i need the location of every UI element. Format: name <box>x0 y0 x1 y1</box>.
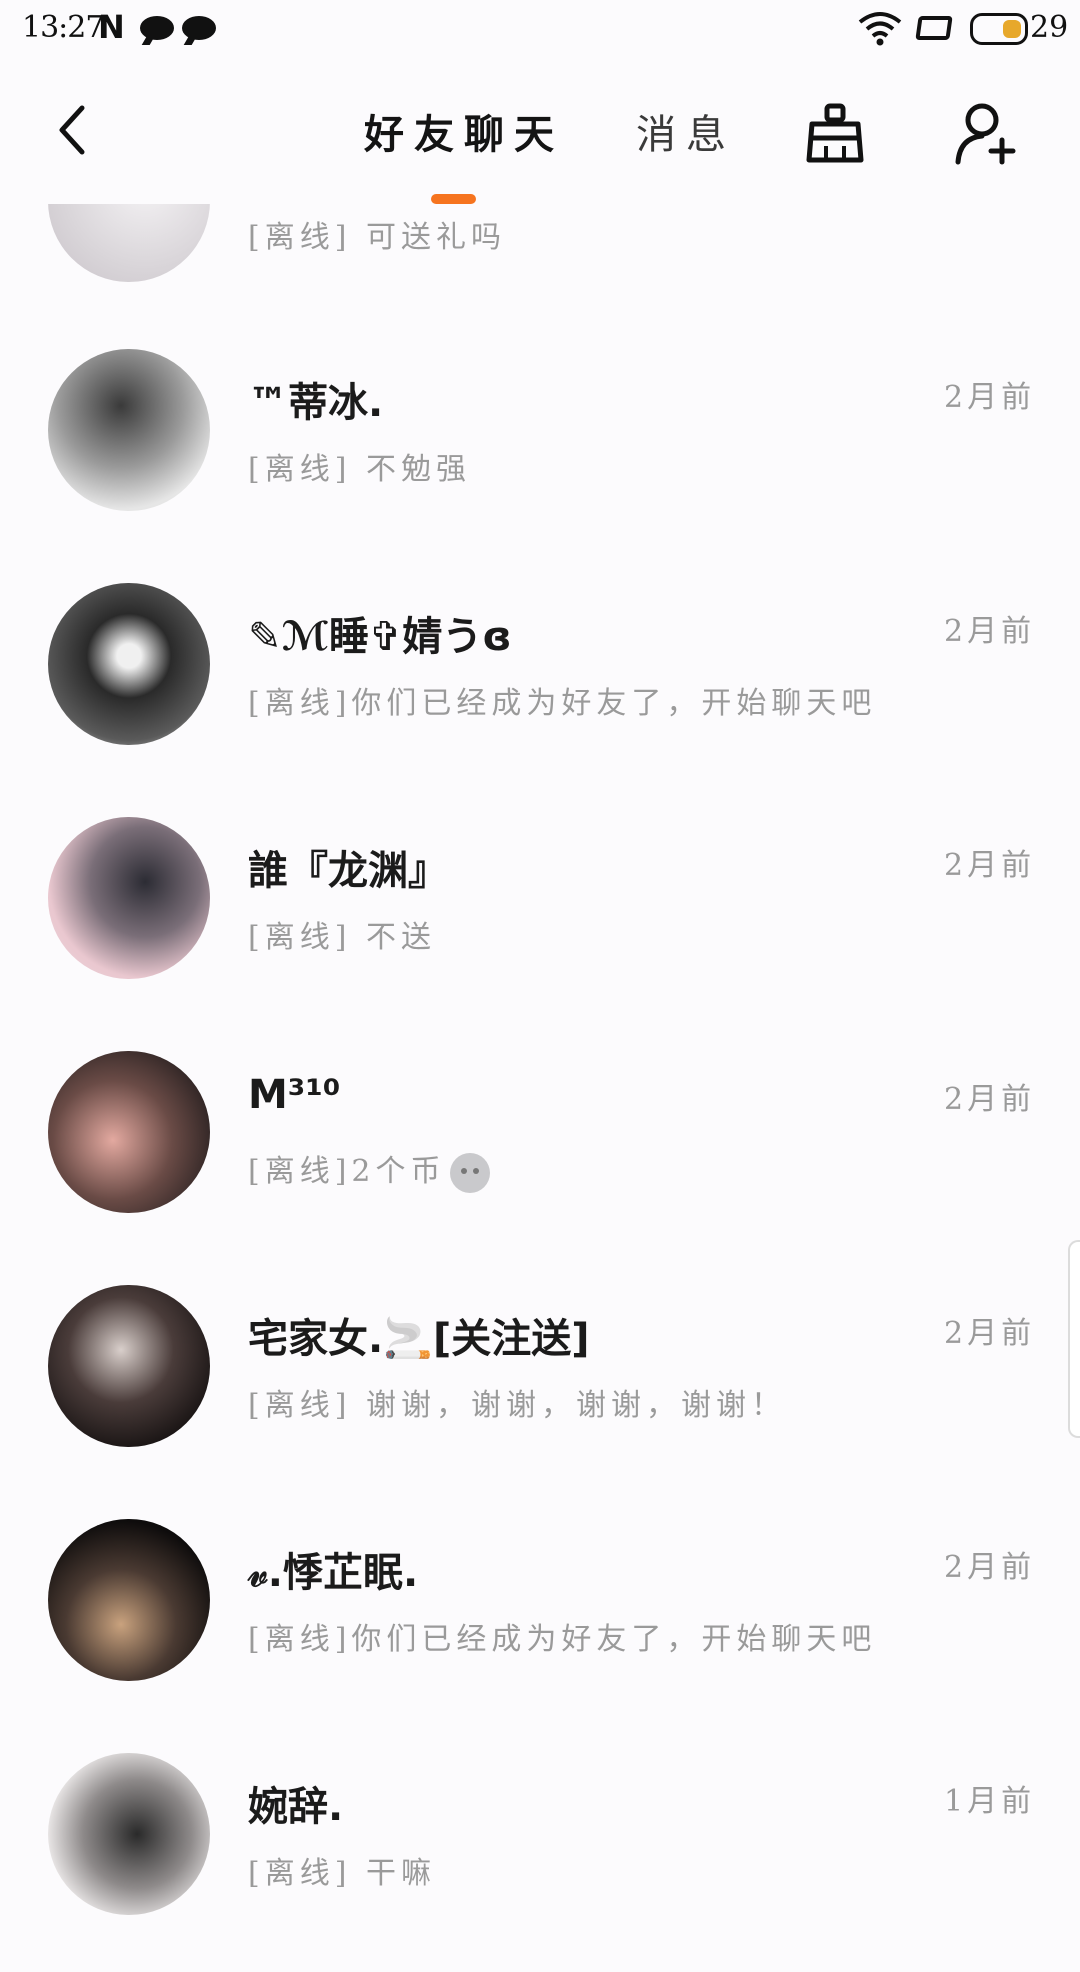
message-time: 2月前 <box>944 1550 1036 1585</box>
message-time: 2月前 <box>944 1082 1036 1117</box>
header: 好友聊天 消息 <box>0 62 1080 204</box>
last-message-text: [离线]2个币 <box>248 1154 446 1189</box>
contact-name: M³¹⁰ <box>248 1072 341 1118</box>
clear-broom-icon[interactable] <box>804 102 866 164</box>
conversation-row[interactable]: 誰『龙渊』 [离线] 不送 2月前 <box>0 802 1080 1036</box>
message-time: 2月前 <box>944 380 1036 415</box>
scroll-indicator[interactable] <box>1068 1240 1080 1438</box>
avatar <box>48 583 210 745</box>
contact-name: ✎ℳ睡✞婧うɞ <box>248 614 512 660</box>
conversation-row[interactable]: M³¹⁰ [离线]2个币 2月前 <box>0 1036 1080 1270</box>
tab-messages[interactable]: 消息 <box>636 102 736 160</box>
contact-name: 宅家女.🚬[关注送] <box>248 1316 590 1362</box>
conversation-list[interactable]: [离线] 可送礼吗 ™蒂冰. [离线] 不勉强 2月前 ✎ℳ睡✞婧うɞ [离线]… <box>0 0 1080 1920</box>
message-time: 2月前 <box>944 1316 1036 1351</box>
contact-name: 婉辞. <box>248 1784 344 1830</box>
avatar <box>48 349 210 511</box>
conversation-row[interactable]: 婉辞. [离线] 干嘛 1月前 <box>0 1738 1080 1972</box>
conversation-row[interactable]: 宅家女.🚬[关注送] [离线] 谢谢，谢谢，谢谢，谢谢！ 2月前 <box>0 1270 1080 1504</box>
conversation-row[interactable]: ✎ℳ睡✞婧うɞ [离线]你们已经成为好友了，开始聊天吧 2月前 <box>0 568 1080 802</box>
tab-friends-chat[interactable]: 好友聊天 <box>364 102 564 160</box>
message-time: 2月前 <box>944 848 1036 883</box>
emoji-face-icon <box>449 1153 490 1193</box>
last-message: [离线] 干嘛 <box>248 1856 436 1891</box>
last-message: [离线] 可送礼吗 <box>248 220 506 255</box>
message-time: 2月前 <box>944 614 1036 649</box>
last-message: [离线] 不勉强 <box>248 452 471 487</box>
last-message: [离线] 谢谢，谢谢，谢谢，谢谢！ <box>248 1388 786 1423</box>
last-message: [离线]2个币 <box>248 1146 490 1193</box>
message-time: 1月前 <box>944 1784 1036 1819</box>
avatar <box>48 1285 210 1447</box>
active-tab-indicator <box>431 194 476 204</box>
conversation-row[interactable]: 𝓋.悸芷眠. [离线]你们已经成为好友了，开始聊天吧 2月前 <box>0 1504 1080 1738</box>
last-message: [离线]你们已经成为好友了，开始聊天吧 <box>248 1622 877 1657</box>
avatar <box>48 1051 210 1213</box>
back-arrow-icon[interactable] <box>52 102 92 158</box>
avatar <box>48 1753 210 1915</box>
contact-name: 𝓋.悸芷眠. <box>248 1550 419 1596</box>
last-message: [离线]你们已经成为好友了，开始聊天吧 <box>248 686 877 721</box>
conversation-row[interactable]: ™蒂冰. [离线] 不勉强 2月前 <box>0 334 1080 568</box>
contact-name: 誰『龙渊』 <box>248 848 448 894</box>
avatar <box>48 1519 210 1681</box>
avatar <box>48 817 210 979</box>
last-message: [离线] 不送 <box>248 920 436 955</box>
add-friend-icon[interactable] <box>954 100 1018 166</box>
contact-name: ™蒂冰. <box>248 380 384 426</box>
